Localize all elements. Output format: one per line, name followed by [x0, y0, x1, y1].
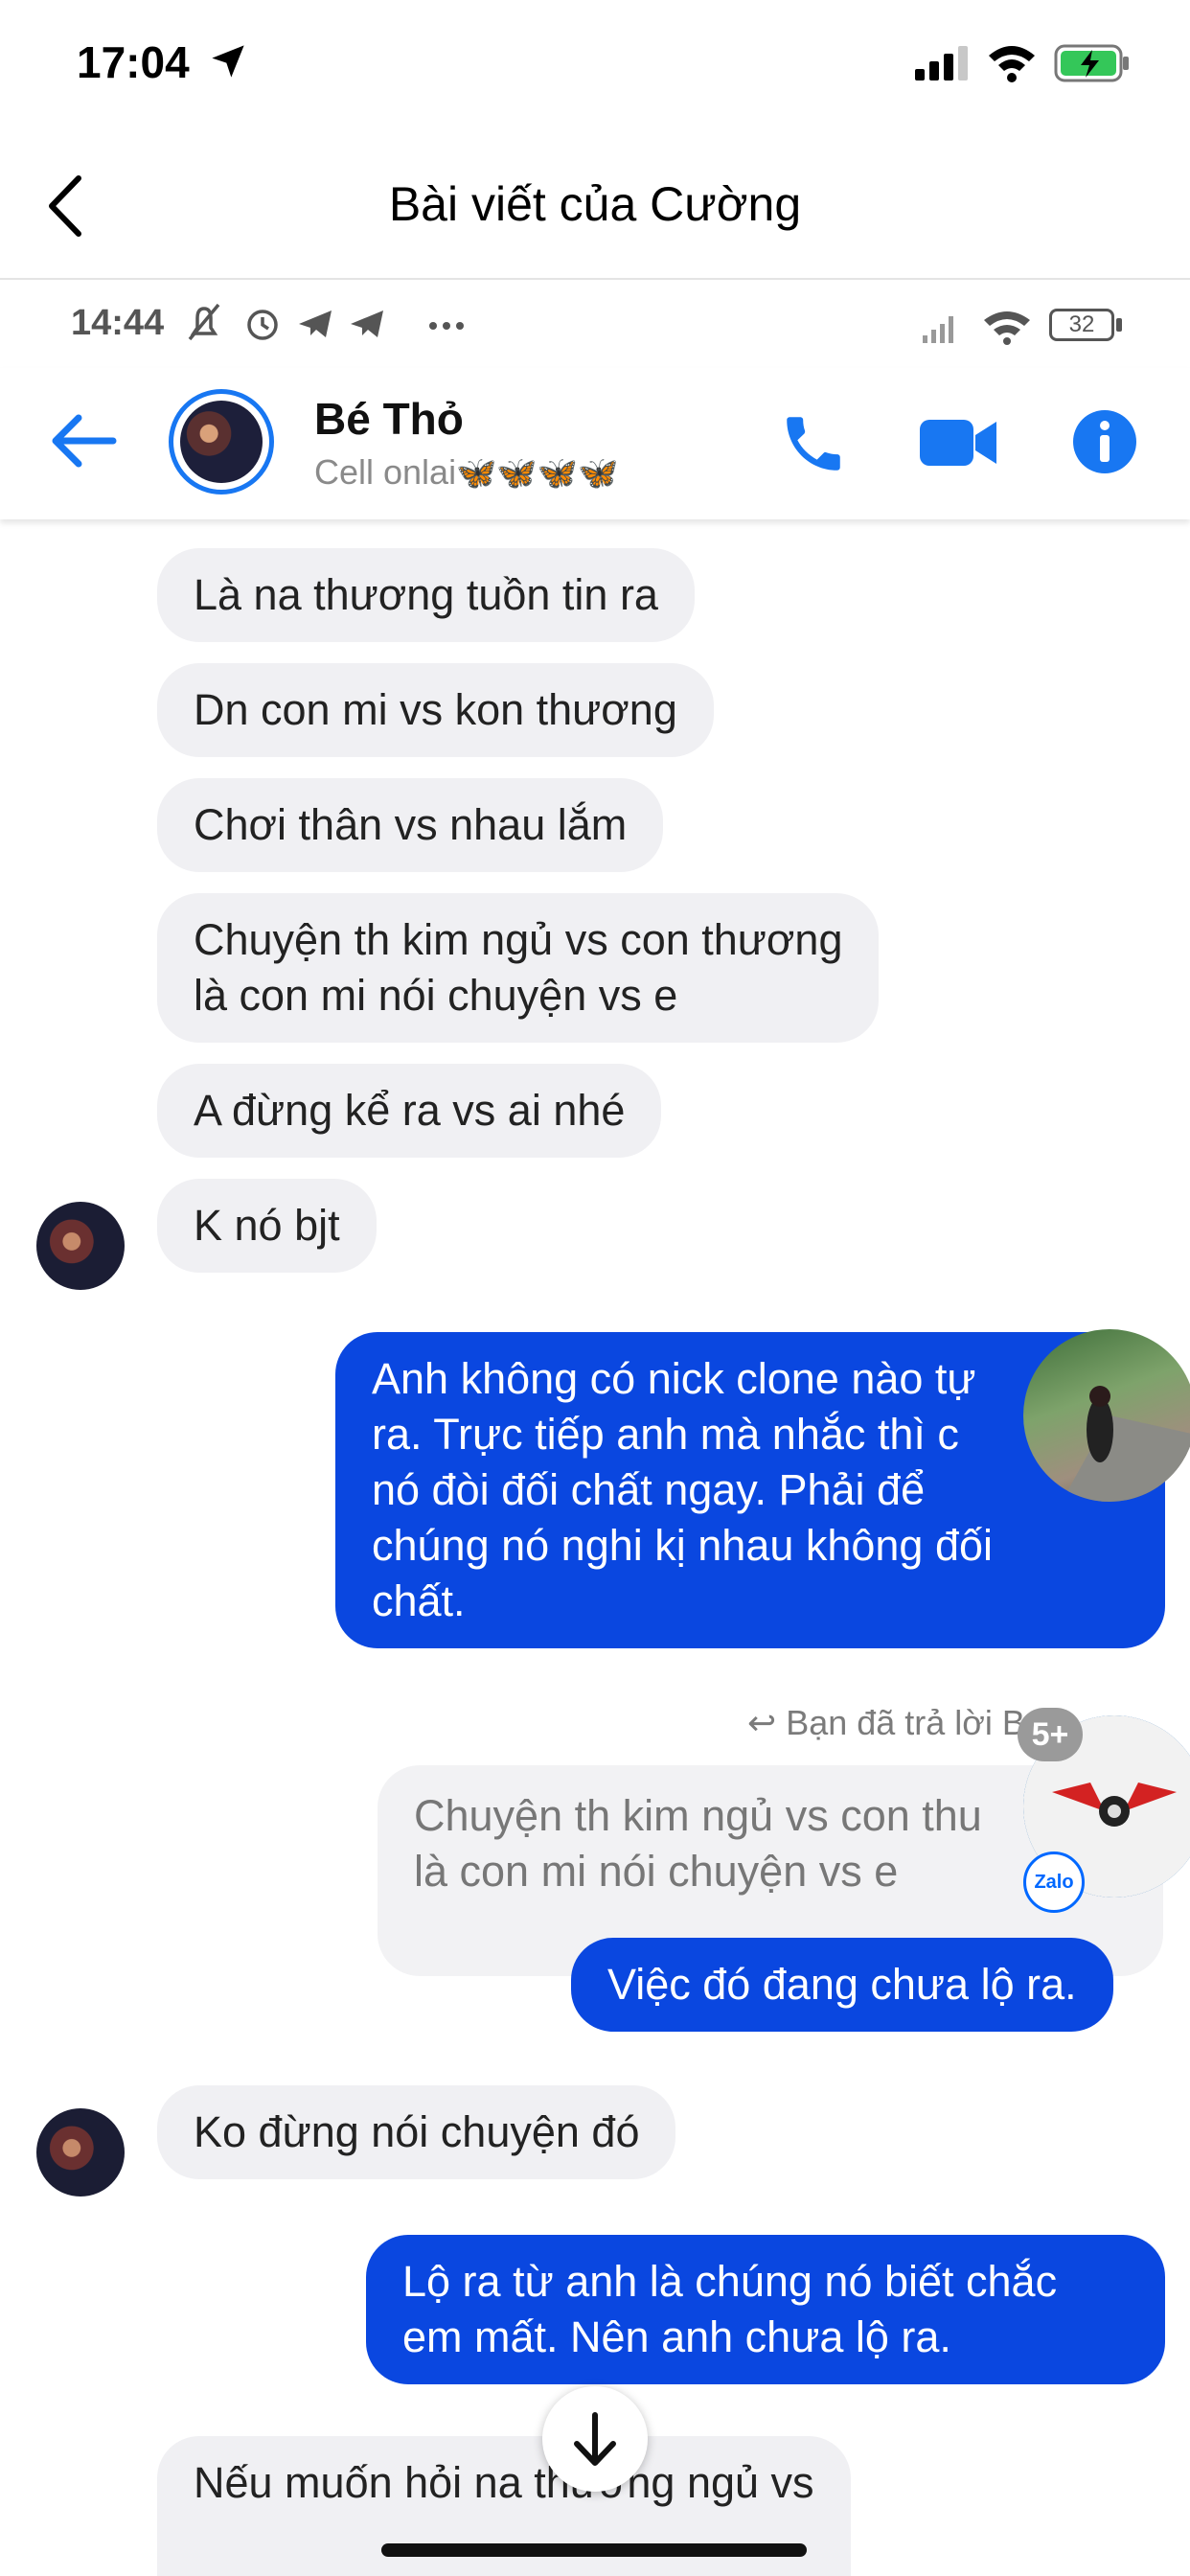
embedded-screenshot: 14:44 32 Bé Thỏ Cell onlai🦋🦋🦋🦋 Là na thư… [0, 280, 1190, 2576]
contact-name[interactable]: Bé Thỏ [314, 393, 464, 445]
phone-icon[interactable] [778, 408, 849, 479]
notification-badge: 5+ [1018, 1708, 1083, 1761]
butterfly-emojis: 🦋🦋🦋🦋 [456, 455, 619, 492]
message-line: Anh không có nick clone nào tự [372, 1354, 976, 1403]
message-line: là con mi nói chuyện vs e [414, 1847, 899, 1896]
contact-status: Cell onlai🦋🦋🦋🦋 [314, 452, 618, 493]
scroll-down-button[interactable] [542, 2386, 648, 2492]
muted-bell-icon [188, 303, 220, 341]
battery-tip [1116, 318, 1122, 332]
zalo-icon[interactable]: Zalo [1023, 1852, 1085, 1913]
telegram-icon [299, 310, 332, 337]
wifi-icon [989, 46, 1035, 82]
reply-arrow-icon: ↩ [747, 1703, 777, 1742]
arrow-down-icon [574, 2412, 616, 2466]
floating-chat-head-photo[interactable] [1023, 1329, 1190, 1502]
more-dots-icon [429, 322, 464, 330]
android-time: 14:44 [71, 303, 165, 343]
message-line: em mất. Nên anh chưa lộ ra. [402, 2312, 951, 2361]
message-line: nó đòi đối chất ngay. Phải để [372, 1465, 926, 1514]
ios-status-bar: 17:04 [0, 0, 1190, 125]
outgoing-message[interactable]: Lộ ra từ anh là chúng nó biết chắc em mấ… [366, 2235, 1165, 2384]
incoming-message[interactable]: K nó bjt [157, 1179, 377, 1273]
incoming-message[interactable]: A đừng kể ra vs ai nhé [157, 1064, 662, 1158]
sender-avatar[interactable] [36, 1202, 125, 1290]
page-title: Bài viết của Cường [388, 177, 802, 231]
navigation-bar: Bài viết của Cường [0, 134, 1190, 280]
message-line: Chuyện th kim ngủ vs con thương [194, 915, 843, 964]
info-icon[interactable] [1071, 408, 1138, 475]
contact-avatar[interactable] [169, 389, 274, 494]
cellular-signal-icon [915, 46, 968, 80]
telegram-icon-2 [351, 310, 383, 337]
back-arrow-icon[interactable] [50, 412, 117, 470]
incoming-message[interactable]: Chơi thân vs nhau lắm [157, 778, 664, 872]
home-indicator [381, 2543, 807, 2557]
reply-label: ↩ Bạn đã trả lời B [747, 1703, 1025, 1743]
message-line: Chuyện th kim ngủ vs con thu [414, 1791, 982, 1840]
messenger-chat-header: Bé Thỏ Cell onlai🦋🦋🦋🦋 [0, 368, 1190, 519]
message-line: chúng nó nghi kị nhau không đối [372, 1521, 994, 1570]
reply-label-text: Bạn đã trả lời B [786, 1703, 1025, 1742]
android-battery: 32 [1049, 309, 1114, 341]
contact-status-text: Cell onlai [314, 452, 457, 492]
notification-icons [188, 303, 464, 341]
message-line: là con mi nói chuyện vs e [194, 971, 678, 1020]
android-status-right: 32 [915, 303, 1145, 347]
incoming-message[interactable]: Ko đừng nói chuyện đó [157, 2085, 676, 2179]
sender-avatar[interactable] [36, 2108, 125, 2196]
incoming-message[interactable]: Dn con mi vs kon thương [157, 663, 714, 757]
location-arrow-icon [212, 45, 244, 78]
message-line: chất. [372, 1576, 466, 1625]
incoming-message[interactable]: Là na thương tuồn tin ra [157, 548, 695, 642]
incoming-message[interactable]: Chuyện th kim ngủ vs con thương là con m… [157, 893, 880, 1043]
android-status-bar: 14:44 32 [0, 280, 1190, 368]
battery-charging-icon [1054, 44, 1129, 82]
outgoing-message[interactable]: Việc đó đang chưa lộ ra. [571, 1938, 1113, 2032]
message-line: Lộ ra từ anh là chúng nó biết chắc [402, 2257, 1058, 2306]
status-time: 17:04 [77, 37, 190, 87]
alarm-icon [247, 310, 278, 340]
message-line: ra. Trực tiếp anh mà nhắc thì c [372, 1410, 959, 1459]
video-camera-icon[interactable] [918, 412, 998, 473]
